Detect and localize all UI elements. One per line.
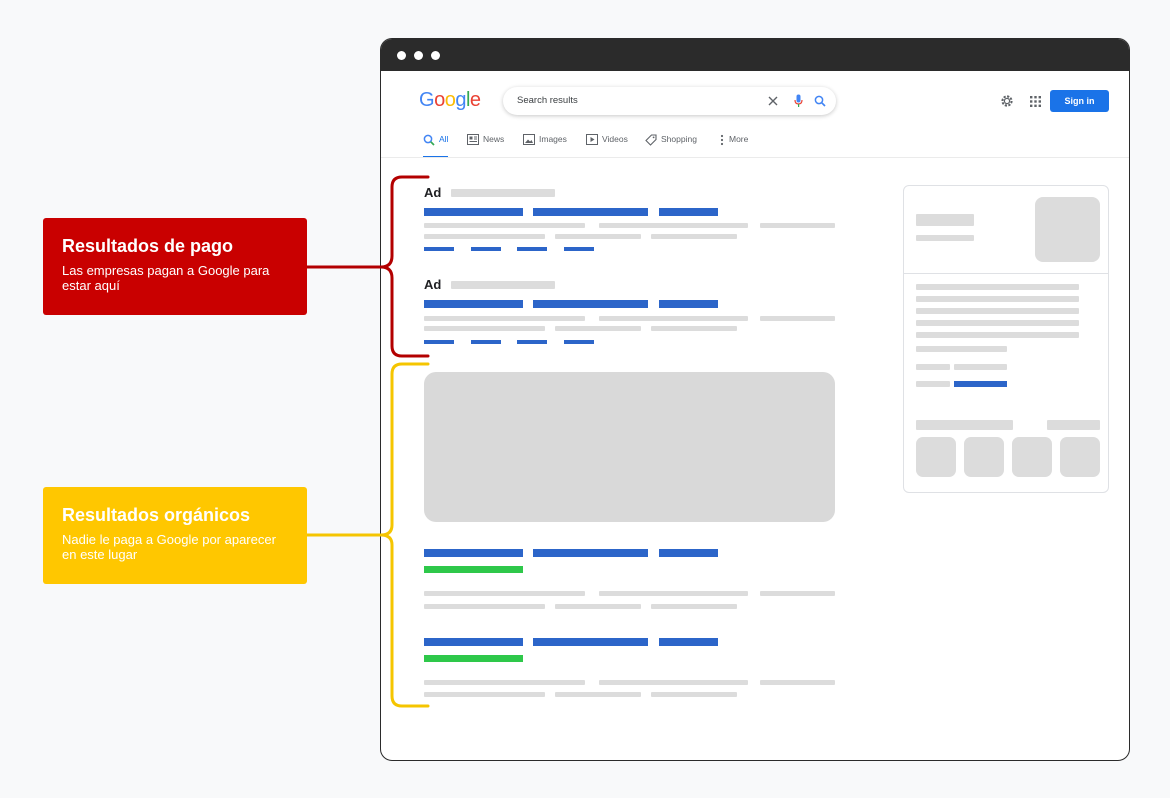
- organic-results-callout: Resultados orgánicos Nadie le paga a Goo…: [43, 487, 307, 584]
- callout-text: Nadie le paga a Google por aparecer en e…: [62, 532, 276, 562]
- paid-results-callout: Resultados de pago Las empresas pagan a …: [43, 218, 307, 315]
- organic-bracket: [305, 362, 430, 708]
- callout-text: Las empresas pagan a Google para estar a…: [62, 263, 270, 293]
- annotation-brackets: [305, 175, 430, 708]
- callout-title: Resultados de pago: [62, 236, 234, 256]
- paid-bracket: [305, 175, 430, 358]
- callout-title: Resultados orgánicos: [62, 505, 251, 525]
